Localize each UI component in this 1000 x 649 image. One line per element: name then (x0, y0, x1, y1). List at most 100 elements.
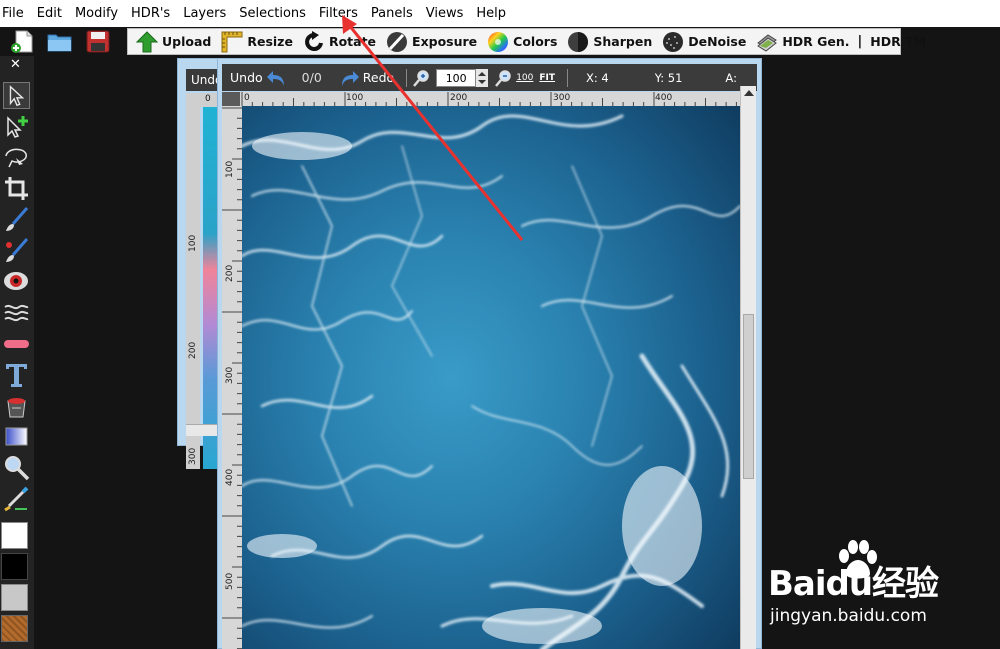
menu-panels[interactable]: Panels (365, 0, 420, 27)
image-toolbar: Undo 0/0 Redo 100 100 FIT X: 4 Y: 51 A: (222, 64, 757, 91)
color-wheel-icon (488, 31, 509, 52)
red-eye-icon[interactable] (3, 268, 30, 295)
menu-help[interactable]: Help (470, 0, 513, 27)
tool-strip: Upload Resize Rotate Exposure Colors Sha… (127, 28, 926, 55)
toolbar-separator: | (857, 34, 863, 49)
pointer-icon[interactable] (3, 82, 30, 109)
menu-edit[interactable]: Edit (31, 0, 69, 27)
upload-button[interactable]: Upload (136, 29, 221, 54)
resize-label: Resize (247, 34, 293, 49)
paint-bucket-icon[interactable] (3, 392, 30, 419)
foreground-color-swatch[interactable] (1, 522, 28, 549)
denoise-button[interactable]: DeNoise (662, 29, 756, 54)
rotate-button[interactable]: Rotate (303, 29, 386, 54)
new-file-icon[interactable] (8, 29, 36, 54)
zoom-fit-button[interactable]: FIT (539, 73, 555, 83)
zoom-input[interactable]: 100 (436, 68, 477, 87)
layer-panel-ruler-left-200: 200 (188, 341, 198, 359)
sharpen-button[interactable]: Sharpen (567, 29, 662, 54)
alpha-readout: A: (725, 70, 737, 85)
texture-swatch[interactable] (1, 615, 28, 642)
ruler-top-label-200: 200 (450, 93, 468, 103)
colors-button[interactable]: Colors (487, 29, 567, 54)
colors-label: Colors (513, 34, 558, 49)
ruler-left-label-100: 100 (225, 160, 235, 178)
background-color-swatch[interactable] (1, 553, 28, 580)
add-selection-icon[interactable] (3, 113, 30, 140)
hdr-gen-label: HDR Gen. (782, 34, 850, 49)
red-brush-icon[interactable] (3, 237, 30, 264)
image-canvas[interactable] (242, 106, 740, 649)
watermark-url: jingyan.baidu.com (770, 606, 927, 626)
ruler-top-label-400: 400 (655, 93, 673, 103)
denoise-sphere-icon (663, 31, 684, 52)
close-icon[interactable]: ✕ (10, 57, 21, 72)
lasso-icon[interactable] (3, 144, 30, 171)
image-window: Undo 0/0 Redo 100 100 FIT X: 4 Y: 51 A: … (217, 58, 762, 649)
ruler-left-label-500: 500 (225, 572, 235, 590)
brush-icon[interactable] (3, 206, 30, 233)
text-tool-icon[interactable] (3, 361, 30, 388)
ruler-top-label-0: 0 (244, 93, 250, 103)
ruler-top-label-300: 300 (553, 93, 571, 103)
zoom-spinner-icon[interactable] (476, 68, 489, 87)
menu-layers[interactable]: Layers (177, 0, 233, 27)
redo-button[interactable]: Redo (338, 68, 394, 88)
rotate-label: Rotate (328, 34, 377, 49)
zoom-100-button[interactable]: 100 (516, 73, 533, 83)
rotate-arrow-icon (305, 30, 323, 51)
ruler-corner (222, 92, 240, 106)
horizontal-ruler: 0 100 200 300 400 (240, 92, 742, 106)
save-disk-icon[interactable] (84, 29, 112, 54)
menu-filters[interactable]: Filters (313, 0, 365, 27)
sharpen-sphere-icon (568, 31, 589, 52)
upload-label: Upload (162, 34, 212, 49)
hdr-tm-button[interactable]: HDR TM (870, 29, 936, 54)
layer-panel-ruler-top-label: 0 (205, 94, 211, 104)
scroll-up-arrow-icon[interactable] (744, 90, 754, 96)
layer-panel-top-ruler: 0 (186, 93, 218, 107)
resize-button[interactable]: Resize (221, 29, 303, 54)
ruler-square-icon (221, 31, 243, 52)
exposure-button[interactable]: Exposure (386, 29, 487, 54)
menu-views[interactable]: Views (420, 0, 471, 27)
cursor-x-readout: X: 4 (586, 70, 609, 85)
scrollbar-thumb[interactable] (743, 314, 754, 479)
upload-arrow-icon (136, 30, 158, 52)
menu-file[interactable]: File (0, 0, 31, 27)
menu-selections[interactable]: Selections (233, 0, 313, 27)
layer-panel-scrollbar[interactable] (186, 424, 220, 436)
history-counter: 0/0 (301, 70, 322, 85)
zoom-out-icon[interactable] (495, 69, 513, 87)
smudge-waves-icon[interactable] (3, 299, 30, 326)
crop-icon[interactable] (3, 175, 30, 202)
zoom-in-icon[interactable] (413, 69, 431, 87)
eraser-icon[interactable] (3, 330, 30, 357)
layer-panel-ruler-left-300: 300 (188, 447, 198, 465)
undo-button[interactable]: Undo (230, 68, 288, 88)
undo-label: Undo (230, 70, 263, 85)
cursor-y-readout: Y: 51 (654, 70, 683, 85)
hdr-gen-button[interactable]: HDR Gen. (756, 29, 850, 54)
main-toolbar: Upload Resize Rotate Exposure Colors Sha… (0, 27, 1000, 56)
ruler-left-label-400: 400 (225, 468, 235, 486)
open-folder-icon[interactable] (46, 29, 74, 54)
vertical-scrollbar[interactable] (740, 86, 756, 649)
redo-label: Redo (362, 70, 395, 85)
menu-modify[interactable]: Modify (69, 0, 125, 27)
layer-panel: Undo 0 100 200 300 (177, 58, 226, 469)
gradient-icon[interactable] (3, 423, 30, 450)
hdr-tm-label: HDR TM (870, 34, 927, 49)
menu-hdrs[interactable]: HDR's (125, 0, 177, 27)
eyedropper-icon[interactable] (3, 485, 30, 512)
secondary-color-swatch[interactable] (1, 584, 28, 611)
layer-thumbnail-strip (203, 107, 217, 469)
vertical-ruler: 100 200 300 400 500 (222, 106, 242, 649)
layer-panel-ruler-left-100: 100 (188, 234, 198, 252)
zoom-tool-icon[interactable] (3, 454, 30, 481)
redo-arrow-icon (341, 70, 359, 86)
menu-bar: File Edit Modify HDR's Layers Selections… (0, 0, 1000, 27)
denoise-label: DeNoise (688, 34, 747, 49)
sharpen-label: Sharpen (593, 34, 653, 49)
ruler-left-label-300: 300 (225, 366, 235, 384)
